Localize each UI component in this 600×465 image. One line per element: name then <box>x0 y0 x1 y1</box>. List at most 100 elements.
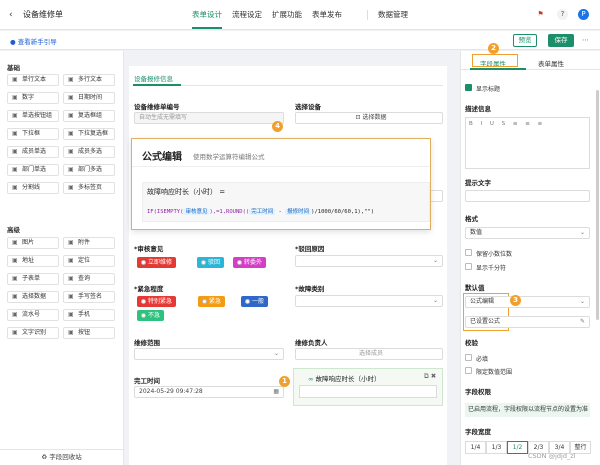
basic-component-item[interactable]: ▣ 部门单选 <box>7 164 59 176</box>
component-label: 成员多选 <box>78 148 103 155</box>
advanced-component-item[interactable]: ▣ 子表单 <box>7 273 59 285</box>
link-icon: ⊡ <box>355 114 361 121</box>
share-icon[interactable]: ⋯ <box>582 36 589 44</box>
preview-button[interactable]: 预览 <box>513 34 537 47</box>
basic-component-item[interactable]: ▣ 单选按钮组 <box>7 110 59 122</box>
advanced-component-item[interactable]: ▣ 定位 <box>63 255 115 267</box>
width-option[interactable]: 1/3 <box>486 441 507 454</box>
basic-component-item[interactable]: ▣ 数字 <box>7 92 59 104</box>
component-icon: ▣ <box>68 275 74 282</box>
default-mode-select[interactable]: 公式编辑 ⌄ <box>465 296 590 308</box>
help-icon[interactable]: ? <box>557 9 568 20</box>
advanced-component-item[interactable]: ▣ 按钮 <box>63 327 115 339</box>
radio-dot <box>141 299 146 304</box>
default-formula-input[interactable]: 已设置公式 ✎ <box>465 316 590 328</box>
rich-text-toolbar[interactable]: B I U S ≡ ≡ ≡ <box>469 121 545 127</box>
thousands-checkbox[interactable] <box>465 263 472 270</box>
order-no-input: 自动生成无需填写 <box>134 112 284 124</box>
chevron-down-icon: ⌄ <box>579 298 585 305</box>
component-label: 下拉框 <box>22 130 41 137</box>
format-select[interactable]: 数值 ⌄ <box>465 227 590 239</box>
radio-dot <box>141 313 146 318</box>
option-urgent[interactable]: 紧急 <box>198 296 226 307</box>
copy-icon[interactable]: ⧉ <box>424 372 429 380</box>
width-option[interactable]: 1/4 <box>465 441 486 454</box>
keep-decimal-checkbox[interactable] <box>465 249 472 256</box>
component-icon: ▣ <box>12 184 18 191</box>
field-recycle-bin[interactable]: ♻ 字段回收站 <box>0 449 123 465</box>
format-label: 格式 <box>465 215 478 223</box>
basic-component-item[interactable]: ▣ 下拉框 <box>7 128 59 140</box>
basic-component-item[interactable]: ▣ 分割线 <box>7 182 59 194</box>
notification-icon[interactable]: ⚑ <box>535 9 546 20</box>
advanced-component-item[interactable]: ▣ 查询 <box>63 273 115 285</box>
app-title: 设备维修单 <box>23 10 63 19</box>
range-label: 限定数值范围 <box>476 369 513 376</box>
option-outsource[interactable]: 转委外 <box>233 257 267 268</box>
component-label: 手写签名 <box>78 293 103 300</box>
advanced-component-item[interactable]: ▣ 附件 <box>63 237 115 249</box>
show-title-checkbox[interactable] <box>465 84 472 91</box>
reject-reason-select[interactable]: ⌄ <box>295 255 443 267</box>
top-bar: ‹ 设备维修单 表单设计 流程设定 扩展功能 表单发布 数据管理 ⚑ ? P <box>0 0 600 30</box>
advanced-component-item[interactable]: ▣ 图片 <box>7 237 59 249</box>
save-button[interactable]: 保存 <box>548 34 574 47</box>
advanced-component-item[interactable]: ▣ 流水号 <box>7 309 59 321</box>
option-repair-now[interactable]: 立即维修 <box>137 257 177 268</box>
finish-time-input[interactable]: 2024-05-29 09:47:28 ▦ <box>134 386 284 398</box>
option-not-urgent[interactable]: 不急 <box>137 310 165 321</box>
advanced-component-item[interactable]: ▣ 选择数据 <box>7 291 59 303</box>
width-label: 字段宽度 <box>465 428 491 436</box>
option-label: 一般 <box>252 298 265 305</box>
option-reject[interactable]: 驳回 <box>197 257 225 268</box>
basic-component-item[interactable]: ▣ 成员单选 <box>7 146 59 158</box>
scope-select[interactable]: ⌄ <box>134 348 284 360</box>
basic-component-item[interactable]: ▣ 成员多选 <box>63 146 115 158</box>
basic-component-item[interactable]: ▣ 多标签页 <box>63 182 115 194</box>
option-very-urgent[interactable]: 特别紧急 <box>137 296 177 307</box>
width-option[interactable]: 1/2 <box>507 441 528 454</box>
owner-select[interactable]: 选择成员 <box>295 348 443 360</box>
guide-label: 查看新手引导 <box>17 38 57 46</box>
scrollbar[interactable] <box>596 90 599 320</box>
tab-form-design[interactable]: 表单设计 <box>192 9 222 20</box>
required-checkbox[interactable] <box>465 354 472 361</box>
advanced-component-item[interactable]: ▣ 文字识别 <box>7 327 59 339</box>
basic-component-item[interactable]: ▣ 复选框组 <box>63 110 115 122</box>
thousands-label: 显示千分符 <box>476 265 507 272</box>
select-data-label: 选择数据 <box>362 114 387 121</box>
basic-component-item[interactable]: ▣ 多行文本 <box>63 74 115 86</box>
radio-dot <box>141 260 146 265</box>
basic-component-item[interactable]: ▣ 部门多选 <box>63 164 115 176</box>
advanced-component-item[interactable]: ▣ 手机 <box>63 309 115 321</box>
tab-data-management[interactable]: 数据管理 <box>378 9 408 20</box>
component-label: 文字识别 <box>22 329 47 336</box>
popup-divider <box>132 166 430 167</box>
chevron-left-icon[interactable]: ‹ <box>9 10 13 20</box>
guide-link[interactable]: ● 查看新手引导 <box>10 36 57 46</box>
basic-component-item[interactable]: ▣ 日期时间 <box>63 92 115 104</box>
delete-icon[interactable]: ✖ <box>431 372 436 380</box>
advanced-component-item[interactable]: ▣ 手写签名 <box>63 291 115 303</box>
section-accent <box>133 84 181 86</box>
hint-input[interactable] <box>465 190 590 202</box>
component-label: 复选框组 <box>78 112 103 119</box>
scope-label: 维修范围 <box>134 339 160 347</box>
avatar[interactable]: P <box>578 9 589 20</box>
component-icon: ▣ <box>68 166 74 173</box>
option-label: 立即维修 <box>148 259 173 266</box>
formula-expression[interactable]: IF(ISEMPTY(审核意见),=1,ROUND((完工时间 - 报修时间)/… <box>147 207 374 215</box>
select-data-button[interactable]: ⊡ 选择数据 <box>295 112 443 124</box>
range-checkbox[interactable] <box>465 367 472 374</box>
basic-component-item[interactable]: ▣ 单行文本 <box>7 74 59 86</box>
tab-flow-setting[interactable]: 流程设定 <box>232 9 262 20</box>
basic-component-item[interactable]: ▣ 下拉复选框 <box>63 128 115 140</box>
advanced-component-item[interactable]: ▣ 地址 <box>7 255 59 267</box>
tab-form-properties[interactable]: 表单属性 <box>538 58 564 68</box>
option-normal[interactable]: 一般 <box>241 296 269 307</box>
formula-tail: )/1000/60/60,1),"") <box>311 209 375 215</box>
tab-publish[interactable]: 表单发布 <box>312 9 342 20</box>
fault-type-select[interactable]: ⌄ <box>295 295 443 307</box>
tab-extensions[interactable]: 扩展功能 <box>272 9 302 20</box>
component-panel: 基础 ▣ 单行文本 ▣ 多行文本 ▣ 数字 ▣ 日期时间 ▣ 单选按钮组 ▣ 复选框组 ▣ 下拉框 ▣ 下拉复… <box>0 51 124 465</box>
